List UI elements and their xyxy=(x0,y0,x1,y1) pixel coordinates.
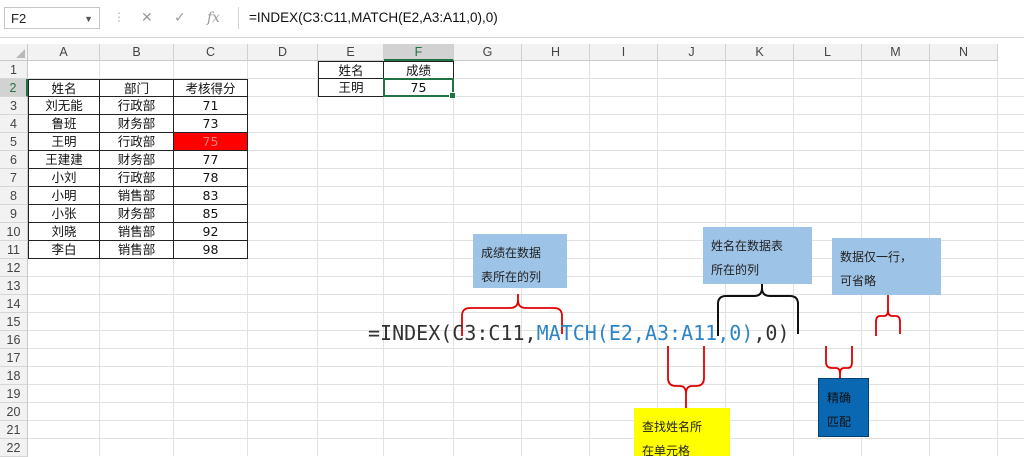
table-cell[interactable]: 小张 xyxy=(28,205,100,223)
table-cell[interactable]: 73 xyxy=(174,115,248,133)
table-cell[interactable]: 财务部 xyxy=(100,205,174,223)
table-cell[interactable]: 83 xyxy=(174,187,248,205)
table-cell[interactable]: 98 xyxy=(174,241,248,259)
table-cell[interactable]: 销售部 xyxy=(100,241,174,259)
row-header-19[interactable]: 19 xyxy=(0,385,28,403)
selected-cell-outline[interactable] xyxy=(383,78,456,99)
row-header-6[interactable]: 6 xyxy=(0,151,28,169)
formula-match-open: MATCH( xyxy=(536,321,609,345)
table-cell[interactable]: 85 xyxy=(174,205,248,223)
table-cell[interactable]: 销售部 xyxy=(100,223,174,241)
table-cell[interactable]: 财务部 xyxy=(100,151,174,169)
lookup-name-header[interactable]: 姓名 xyxy=(318,61,384,79)
formula-match-args: E2,A3:A11 xyxy=(608,321,718,345)
formula-comma: , xyxy=(753,321,766,345)
callout-exact-match: 精确 匹配 xyxy=(818,378,869,437)
table-cell[interactable]: 71 xyxy=(174,97,248,115)
row-header-13[interactable]: 13 xyxy=(0,277,28,295)
annotated-formula: =INDEX(C3:C11,MATCH(E2,A3:A11,0),0) xyxy=(368,318,790,348)
chevron-down-icon[interactable]: ▼ xyxy=(84,8,93,30)
lookup-score-header[interactable]: 成绩 xyxy=(384,61,454,79)
formula-comma: , xyxy=(524,321,537,345)
callout-single-row: 数据仅一行， 可省略 xyxy=(832,238,941,295)
table-cell[interactable]: 王明 xyxy=(28,133,100,151)
name-box[interactable]: F2 ▼ xyxy=(4,7,100,29)
column-header-l[interactable]: L xyxy=(794,44,862,61)
table-cell[interactable]: 鲁班 xyxy=(28,115,100,133)
table-cell[interactable]: 行政部 xyxy=(100,133,174,151)
column-header-m[interactable]: M xyxy=(862,44,930,61)
insert-function-icon[interactable]: fx xyxy=(207,8,220,28)
column-header-f[interactable]: F xyxy=(384,44,454,61)
row-header-15[interactable]: 15 xyxy=(0,313,28,331)
formula-match-close: ) xyxy=(741,321,754,345)
formula-input[interactable]: =INDEX(C3:C11,MATCH(E2,A3:A11,0),0) xyxy=(238,7,1024,29)
callout-result-column: 成绩在数据 表所在的列 xyxy=(473,234,567,288)
row-header-22[interactable]: 22 xyxy=(0,439,28,457)
column-title-cell[interactable]: 部门 xyxy=(100,79,174,97)
enter-icon[interactable]: ✓ xyxy=(174,8,186,28)
callout-name-column: 姓名在数据表 所在的列 xyxy=(703,227,812,284)
lookup-name-value[interactable]: 王明 xyxy=(318,79,384,97)
table-cell[interactable]: 77 xyxy=(174,151,248,169)
row-header-2[interactable]: 2 xyxy=(0,79,28,97)
row-header-20[interactable]: 20 xyxy=(0,403,28,421)
cancel-icon[interactable]: ✕ xyxy=(141,8,153,28)
row-header-18[interactable]: 18 xyxy=(0,367,28,385)
table-cell[interactable]: 小刘 xyxy=(28,169,100,187)
table-cell[interactable]: 销售部 xyxy=(100,187,174,205)
row-header-9[interactable]: 9 xyxy=(0,205,28,223)
column-header-c[interactable]: C xyxy=(174,44,248,61)
table-cell[interactable]: 小明 xyxy=(28,187,100,205)
column-header-d[interactable]: D xyxy=(248,44,318,61)
select-all-button[interactable] xyxy=(0,44,28,61)
column-headers: ABCDEFGHIJKLMN xyxy=(28,44,1024,61)
formula-result-range: C3:C11 xyxy=(452,321,525,345)
column-header-n[interactable]: N xyxy=(930,44,998,61)
row-header-21[interactable]: 21 xyxy=(0,421,28,439)
table-cell[interactable]: 李白 xyxy=(28,241,100,259)
callout-find-cell: 查找姓名所 在单元格 xyxy=(634,408,730,456)
column-header-a[interactable]: A xyxy=(28,44,100,61)
table-cell[interactable]: 行政部 xyxy=(100,169,174,187)
table-cell[interactable]: 刘晓 xyxy=(28,223,100,241)
column-header-g[interactable]: G xyxy=(454,44,522,61)
column-header-i[interactable]: I xyxy=(590,44,658,61)
row-header-10[interactable]: 10 xyxy=(0,223,28,241)
table-cell[interactable]: 王建建 xyxy=(28,151,100,169)
row-header-17[interactable]: 17 xyxy=(0,349,28,367)
table-cell[interactable]: 78 xyxy=(174,169,248,187)
row-header-4[interactable]: 4 xyxy=(0,115,28,133)
column-header-h[interactable]: H xyxy=(522,44,590,61)
formula-match-type: 0 xyxy=(729,321,742,345)
column-title-cell[interactable]: 姓名 xyxy=(28,79,100,97)
row-header-3[interactable]: 3 xyxy=(0,97,28,115)
formula-index-open: =INDEX( xyxy=(368,321,453,345)
table-cell[interactable]: 财务部 xyxy=(100,115,174,133)
drag-handle-icon[interactable]: ⋮ xyxy=(113,10,125,24)
column-title-cell[interactable]: 考核得分 xyxy=(174,79,248,97)
column-header-e[interactable]: E xyxy=(318,44,384,61)
column-header-k[interactable]: K xyxy=(726,44,794,61)
formula-column-arg: 0 xyxy=(765,321,778,345)
table-cell[interactable]: 行政部 xyxy=(100,97,174,115)
row-header-1[interactable]: 1 xyxy=(0,61,28,79)
row-header-14[interactable]: 14 xyxy=(0,295,28,313)
highlighted-score-cell[interactable]: 75 xyxy=(174,133,248,151)
formula-comma: , xyxy=(717,321,730,345)
name-box-value: F2 xyxy=(11,11,27,26)
row-header-7[interactable]: 7 xyxy=(0,169,28,187)
table-cell[interactable]: 92 xyxy=(174,223,248,241)
table-cell[interactable]: 刘无能 xyxy=(28,97,100,115)
row-header-12[interactable]: 12 xyxy=(0,259,28,277)
formula-index-close: ) xyxy=(777,321,790,345)
row-header-8[interactable]: 8 xyxy=(0,187,28,205)
column-header-j[interactable]: J xyxy=(658,44,726,61)
row-header-5[interactable]: 5 xyxy=(0,133,28,151)
row-header-16[interactable]: 16 xyxy=(0,331,28,349)
column-header-b[interactable]: B xyxy=(100,44,174,61)
row-header-11[interactable]: 11 xyxy=(0,241,28,259)
formula-bar: F2 ▼ ⋮ ✕ ✓ fx =INDEX(C3:C11,MATCH(E2,A3:… xyxy=(0,0,1024,38)
